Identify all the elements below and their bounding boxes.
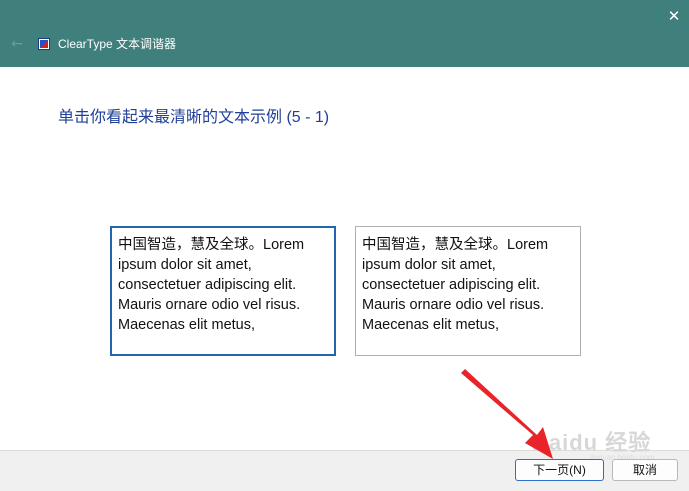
cancel-button[interactable]: 取消 [612, 459, 678, 481]
sample-1-line-4: Mauris ornare odio vel risus. [118, 297, 301, 313]
back-arrow-icon[interactable]: ← [9, 36, 25, 52]
sample-2-line-2: ipsum dolor sit amet, [362, 257, 496, 273]
sample-1-line-1: 中国智造，慧及全球。Lorem [118, 237, 305, 253]
title-bar [0, 0, 689, 67]
text-sample-2[interactable]: 中国智造，慧及全球。Lorem ipsum dolor sit amet, co… [355, 226, 581, 356]
cleartype-app-icon [38, 38, 50, 50]
text-sample-1[interactable]: 中国智造，慧及全球。Lorem ipsum dolor sit amet, co… [110, 226, 336, 356]
sample-1-line-5: Maecenas elit metus, [118, 317, 256, 333]
app-icon-glyph [40, 40, 48, 48]
sample-1-line-3: consectetuer adipiscing elit. [118, 277, 297, 293]
window-title: ClearType 文本调谐器 [58, 37, 177, 51]
sample-2-line-3: consectetuer adipiscing elit. [362, 277, 541, 293]
red-arrow-shape [461, 369, 553, 459]
sample-1-line-2: ipsum dolor sit amet, [118, 257, 252, 273]
page-heading: 单击你看起来最清晰的文本示例 (5 - 1) [58, 109, 330, 126]
sample-2-line-4: Mauris ornare odio vel risus. [362, 297, 545, 313]
close-icon[interactable]: ✕ [664, 6, 684, 26]
sample-2-line-5: Maecenas elit metus, [362, 317, 500, 333]
red-pointer-arrow-icon [461, 369, 553, 459]
sample-2-line-1: 中国智造，慧及全球。Lorem [362, 237, 549, 253]
